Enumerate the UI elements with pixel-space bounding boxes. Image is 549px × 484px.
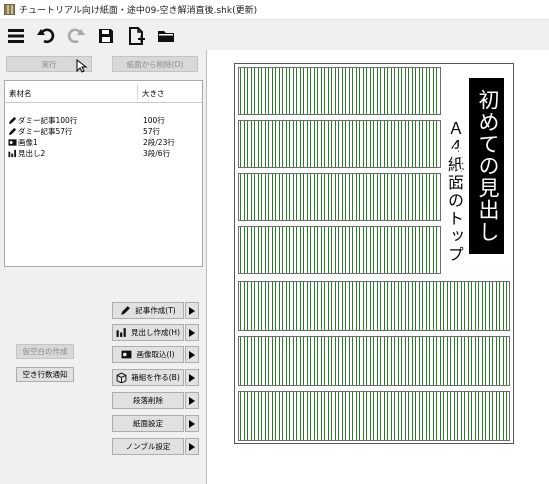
pen-icon xyxy=(8,127,17,136)
newspaper-page[interactable]: Ａ４紙面のトップ 初めての見出し作り xyxy=(234,63,514,444)
column-band xyxy=(238,281,510,331)
page-settings-button[interactable]: 紙面設定 xyxy=(112,415,184,432)
page-preview-panel[interactable]: Ａ４紙面のトップ 初めての見出し作り xyxy=(206,50,549,484)
redo-icon[interactable] xyxy=(64,24,88,48)
button-label: 画像取込(I) xyxy=(136,350,175,359)
page-number-settings-button[interactable]: ノンブル設定 xyxy=(112,438,184,455)
page-headline: 初めての見出し作り xyxy=(446,78,504,254)
make-box-action: 箱組を作る(B) xyxy=(112,369,199,386)
column-header-size[interactable]: 大きさ xyxy=(142,88,165,99)
button-label: 見出し作成(H) xyxy=(131,328,180,337)
undo-icon[interactable] xyxy=(34,24,58,48)
material-list-header: 素材名 大きさ xyxy=(5,81,202,103)
column-band xyxy=(238,120,441,168)
create-headline-button[interactable]: 見出し作成(H) xyxy=(112,324,184,341)
toolbar xyxy=(0,22,184,50)
list-item-name: ダミー記事100行 xyxy=(18,116,78,125)
column-band xyxy=(238,391,510,441)
save-icon[interactable] xyxy=(94,24,118,48)
column-band xyxy=(238,173,441,221)
app-icon xyxy=(4,4,15,15)
page-subtitle: Ａ４紙面のトップ xyxy=(445,120,464,264)
column-header-name[interactable]: 素材名 xyxy=(9,88,32,99)
column-band xyxy=(238,336,510,386)
create-headline-arrow-button[interactable] xyxy=(185,324,199,341)
bar-chart-icon xyxy=(116,328,126,337)
import-image-action: 画像取込(I) xyxy=(112,346,199,363)
material-list[interactable]: 素材名 大きさ ダミー記事100行 100行 ダミー記事57行 57行 画像1 … xyxy=(4,80,203,267)
delete-paragraph-arrow-button[interactable] xyxy=(185,392,199,409)
column-divider[interactable] xyxy=(137,84,138,100)
list-item-size: 57行 xyxy=(143,127,161,136)
list-item-name: 見出し2 xyxy=(18,149,46,158)
create-temp-blank-button[interactable]: 仮空白の作成 xyxy=(16,344,74,359)
blank-lines-notify-button[interactable]: 空き行数通知 xyxy=(16,367,74,382)
list-item[interactable]: 見出し2 3段/6行 xyxy=(5,148,202,159)
page-settings-arrow-button[interactable] xyxy=(185,415,199,432)
page-settings-action: 紙面設定 xyxy=(112,415,199,432)
create-article-action: 記事作成(T) xyxy=(112,302,199,319)
page-number-settings-arrow-button[interactable] xyxy=(185,438,199,455)
box-icon xyxy=(116,372,127,383)
column-band xyxy=(238,226,441,274)
pen-icon xyxy=(121,306,131,315)
list-item-size: 100行 xyxy=(143,116,165,125)
make-box-button[interactable]: 箱組を作る(B) xyxy=(112,369,184,386)
image-icon xyxy=(122,350,132,359)
window-title: チュートリアル向け紙面・途中09-空き解消直後.shk(更新) xyxy=(19,6,258,16)
import-image-button[interactable]: 画像取込(I) xyxy=(112,346,184,363)
button-label: 箱組を作る(B) xyxy=(131,373,180,382)
column-band xyxy=(238,67,441,115)
list-item-name: ダミー記事57行 xyxy=(18,127,73,136)
list-item[interactable]: ダミー記事100行 100行 xyxy=(5,115,202,126)
list-item-name: 画像1 xyxy=(18,138,38,147)
create-article-arrow-button[interactable] xyxy=(185,302,199,319)
button-label: 記事作成(T) xyxy=(135,306,176,315)
title-bar: チュートリアル向け紙面・途中09-空き解消直後.shk(更新) xyxy=(0,0,549,20)
pen-icon xyxy=(8,116,17,125)
page-number-settings-action: ノンブル設定 xyxy=(112,438,199,455)
image-icon xyxy=(8,139,17,146)
import-image-arrow-button[interactable] xyxy=(185,346,199,363)
delete-paragraph-action: 段落削除 xyxy=(112,392,199,409)
list-item[interactable]: 画像1 2段/23行 xyxy=(5,137,202,148)
button-label: 紙面設定 xyxy=(133,419,163,428)
remove-from-page-button[interactable]: 紙面から削除(D) xyxy=(112,56,198,72)
list-item-size: 3段/6行 xyxy=(143,149,171,158)
mouse-cursor-icon xyxy=(76,59,88,73)
bar-chart-icon xyxy=(8,149,17,158)
list-item[interactable]: ダミー記事57行 57行 xyxy=(5,126,202,137)
button-label: 段落削除 xyxy=(133,396,163,405)
create-article-button[interactable]: 記事作成(T) xyxy=(112,302,184,319)
make-box-arrow-button[interactable] xyxy=(185,369,199,386)
button-label: ノンブル設定 xyxy=(125,442,171,451)
delete-paragraph-button[interactable]: 段落削除 xyxy=(112,392,184,409)
menu-icon[interactable] xyxy=(4,24,28,48)
open-folder-icon[interactable] xyxy=(154,24,178,48)
create-headline-action: 見出し作成(H) xyxy=(112,324,199,341)
new-file-icon[interactable] xyxy=(124,24,148,48)
list-item-size: 2段/23行 xyxy=(143,138,175,147)
